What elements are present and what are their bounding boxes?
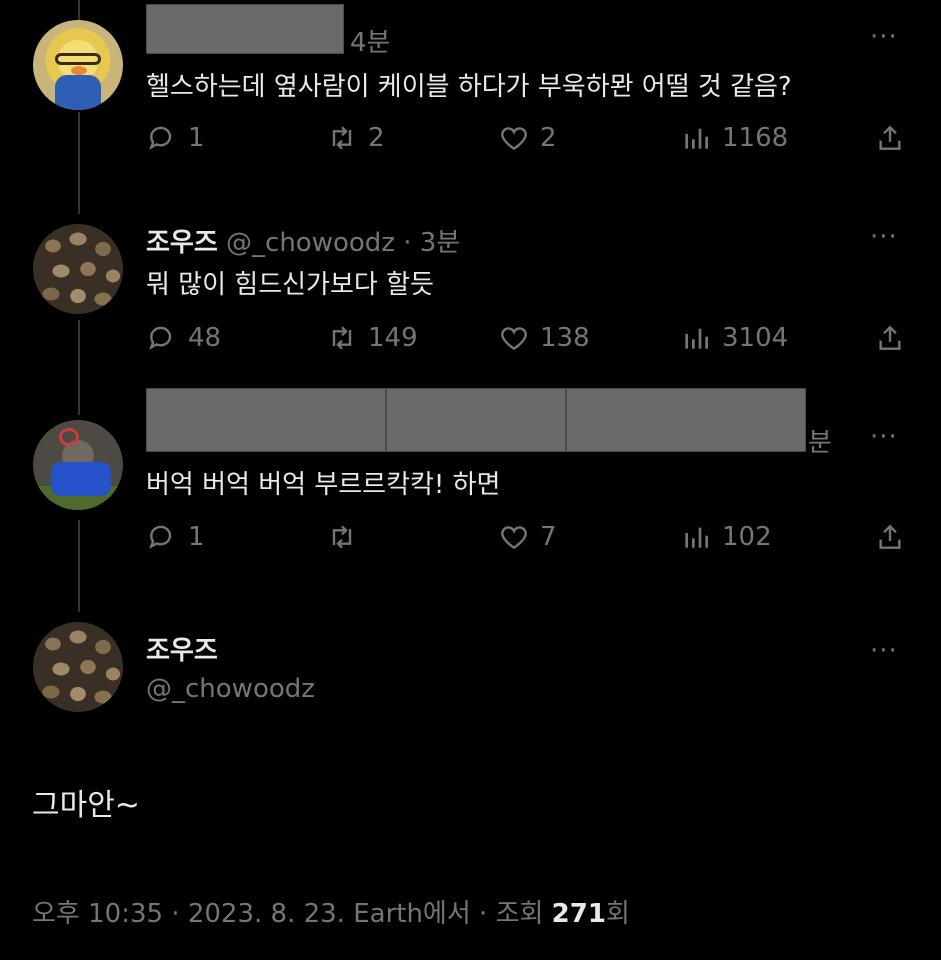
views-button[interactable]: 3104 (680, 322, 788, 354)
like-count: 138 (540, 323, 590, 353)
views-button[interactable]: 1168 (680, 122, 788, 154)
reply-icon (149, 126, 172, 150)
share-icon (879, 125, 901, 150)
share-button[interactable] (874, 322, 906, 354)
views-icon (685, 527, 708, 548)
view-suffix: 회 (605, 899, 630, 929)
view-count: 271 (551, 899, 606, 929)
tweet-header: 조우즈 @_chowoodz · 3분 (146, 222, 460, 259)
more-options-button[interactable]: ··· (870, 222, 898, 252)
tweet-actions: 48 149 138 3104 (146, 322, 916, 362)
thread-line (78, 520, 80, 612)
redacted-handle (386, 388, 566, 452)
reply-count: 1 (188, 123, 205, 153)
reply-count: 48 (188, 323, 222, 353)
author-name[interactable]: 조우즈 (146, 630, 218, 667)
retweet-icon (332, 126, 352, 150)
views-count: 3104 (722, 323, 789, 353)
retweet-button[interactable]: 149 (326, 322, 418, 354)
retweet-count: 2 (368, 123, 385, 153)
avatar[interactable] (33, 20, 123, 110)
like-button[interactable]: 138 (498, 322, 590, 354)
tweet-time: 3분 (419, 228, 461, 258)
tweet-text: 버억 버억 버억 부르르칵칵! 하면 (146, 470, 501, 500)
reply-button[interactable]: 48 (146, 322, 221, 354)
heart-icon (501, 127, 527, 151)
like-count: 7 (540, 522, 557, 552)
avatar[interactable] (33, 224, 123, 314)
share-icon (879, 524, 901, 549)
share-button[interactable] (874, 521, 906, 553)
redacted-name (146, 4, 344, 54)
author-handle[interactable]: @_chowoodz (226, 228, 395, 258)
tweet-actions: 1 7 102 (146, 521, 916, 561)
reply-count: 1 (188, 522, 205, 552)
reply-icon (149, 525, 172, 549)
views-count: 102 (722, 522, 772, 552)
timestamp: 오후 10:35 · 2023. 8. 23. Earth에서 · 조회 (32, 899, 552, 929)
like-button[interactable]: 2 (498, 122, 557, 154)
tweet-actions: 1 2 2 1168 (146, 122, 916, 162)
views-button[interactable]: 102 (680, 521, 772, 553)
tweet-text: 그마안~ (32, 788, 140, 823)
views-count: 1168 (722, 123, 789, 153)
heart-icon (501, 526, 527, 550)
thread-line (78, 0, 80, 20)
avatar[interactable] (33, 622, 123, 712)
author-name[interactable]: 조우즈 (146, 228, 218, 258)
retweet-icon (332, 326, 352, 350)
tweet-time: 분 (808, 428, 832, 458)
reply-button[interactable]: 1 (146, 122, 205, 154)
thread-line (78, 112, 80, 214)
views-icon (685, 128, 708, 149)
more-options-button[interactable]: ··· (870, 636, 898, 666)
separator: · (403, 228, 412, 258)
like-button[interactable]: 7 (498, 521, 557, 553)
reply-icon (149, 326, 172, 350)
redacted-name (146, 388, 386, 452)
share-icon (879, 325, 901, 350)
like-count: 2 (540, 123, 557, 153)
author-handle[interactable]: @_chowoodz (146, 674, 315, 704)
tweet-footer: 오후 10:35 · 2023. 8. 23. Earth에서 · 조회 271… (32, 893, 630, 930)
views-icon (685, 328, 708, 349)
tweet-time: 4분 (350, 28, 391, 58)
heart-icon (501, 327, 527, 351)
redacted-handle (566, 388, 806, 452)
more-options-button[interactable]: ··· (870, 22, 898, 52)
tweet-text: 뭐 많이 힘드신가보다 할듯 (146, 270, 434, 300)
reply-button[interactable]: 1 (146, 521, 205, 553)
avatar[interactable] (33, 420, 123, 510)
tweet-text: 헬스하는데 옆사람이 케이블 하다가 부욱하뫈 어떨 것 같음? (146, 72, 792, 102)
thread-line (78, 320, 80, 415)
retweet-button[interactable]: 2 (326, 122, 385, 154)
retweet-count: 149 (368, 323, 418, 353)
more-options-button[interactable]: ··· (870, 422, 898, 452)
retweet-button[interactable] (326, 521, 368, 553)
retweet-icon (332, 525, 352, 549)
share-button[interactable] (874, 122, 906, 154)
